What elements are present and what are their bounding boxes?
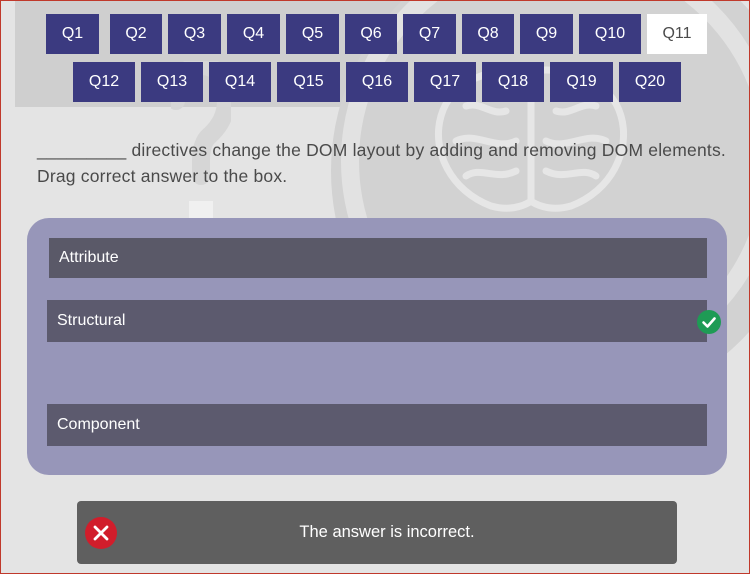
question-nav-q17[interactable]: Q17 bbox=[414, 62, 476, 102]
question-nav-q15[interactable]: Q15 bbox=[277, 62, 340, 102]
question-nav-q8[interactable]: Q8 bbox=[462, 14, 514, 54]
question-nav-q11[interactable]: Q11 bbox=[647, 14, 707, 54]
question-nav-q10[interactable]: Q10 bbox=[579, 14, 641, 54]
answer-option-component[interactable]: Component bbox=[47, 404, 707, 446]
question-text: _________ directives change the DOM layo… bbox=[37, 140, 726, 186]
question-nav-q3[interactable]: Q3 bbox=[168, 14, 221, 54]
question-nav-q7[interactable]: Q7 bbox=[403, 14, 456, 54]
question-nav-q18[interactable]: Q18 bbox=[482, 62, 544, 102]
answer-drop-zone-structural[interactable]: Structural bbox=[47, 300, 707, 342]
question-nav-q16[interactable]: Q16 bbox=[346, 62, 408, 102]
question-nav-q2[interactable]: Q2 bbox=[110, 14, 162, 54]
feedback-banner: The answer is incorrect. bbox=[77, 501, 677, 564]
question-nav-q5[interactable]: Q5 bbox=[286, 14, 339, 54]
question-nav-q14[interactable]: Q14 bbox=[209, 62, 271, 102]
feedback-text: The answer is incorrect. bbox=[299, 523, 475, 541]
incorrect-x-icon bbox=[85, 517, 117, 549]
question-nav-q6[interactable]: Q6 bbox=[345, 14, 397, 54]
answer-panel: Attribute Structural Component bbox=[27, 218, 727, 475]
question-nav-q9[interactable]: Q9 bbox=[520, 14, 573, 54]
question-nav-q19[interactable]: Q19 bbox=[550, 62, 613, 102]
question-nav-q4[interactable]: Q4 bbox=[227, 14, 280, 54]
quiz-frame: Q1 Q2 Q3 Q4 Q5 Q6 Q7 Q8 Q9 Q10 Q11 Q12 Q… bbox=[0, 0, 750, 574]
correct-check-icon bbox=[697, 310, 721, 334]
question-nav-q13[interactable]: Q13 bbox=[141, 62, 203, 102]
question-nav-q12[interactable]: Q12 bbox=[73, 62, 135, 102]
answer-option-attribute[interactable]: Attribute bbox=[49, 238, 707, 278]
question-nav-q20[interactable]: Q20 bbox=[619, 62, 681, 102]
question-nav-q1[interactable]: Q1 bbox=[46, 14, 99, 54]
